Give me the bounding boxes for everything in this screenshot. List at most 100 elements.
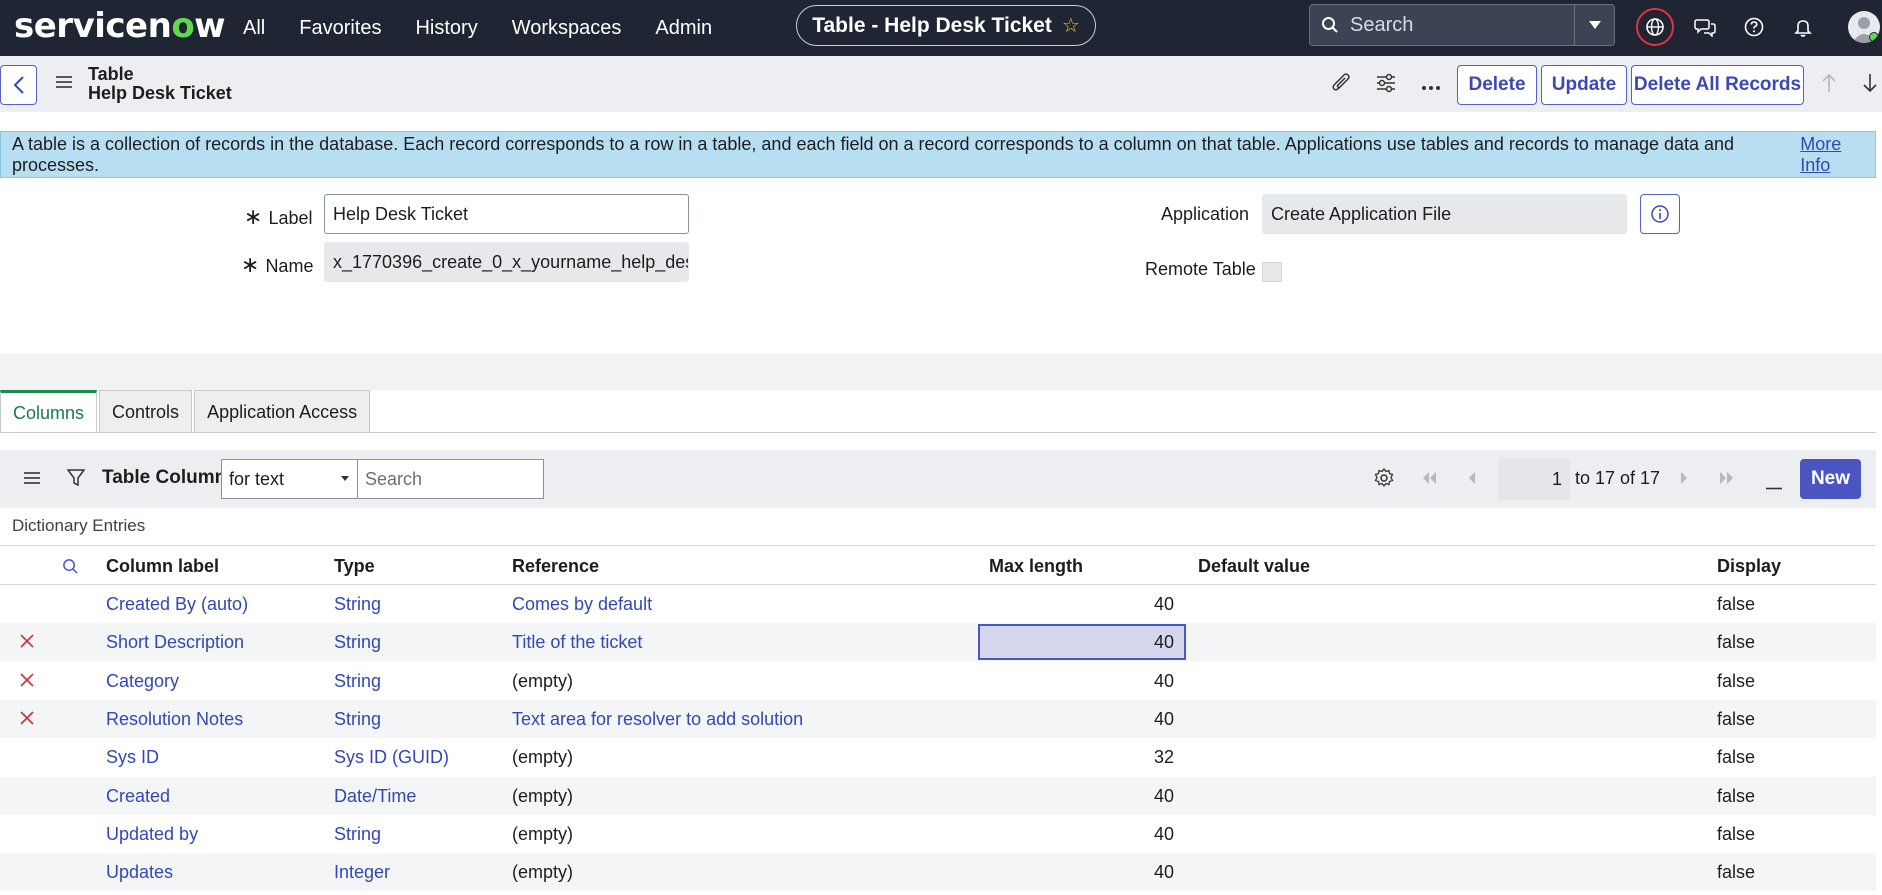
- cell-type[interactable]: String: [334, 824, 381, 845]
- filter-icon[interactable]: [66, 469, 86, 492]
- tab-application-access[interactable]: Application Access: [194, 390, 371, 433]
- cell-column-label[interactable]: Created: [106, 786, 170, 807]
- cell-type[interactable]: Sys ID (GUID): [334, 747, 449, 768]
- cell-display[interactable]: false: [1717, 747, 1755, 768]
- nav-all[interactable]: All: [243, 17, 265, 40]
- help-icon[interactable]: [1735, 8, 1773, 46]
- table-row[interactable]: Category String (empty) 40 false: [0, 662, 1876, 700]
- cell-max-length[interactable]: 40: [1114, 824, 1174, 845]
- previous-page-icon[interactable]: [1467, 471, 1477, 490]
- cell-display[interactable]: false: [1717, 671, 1755, 692]
- more-info-link[interactable]: More Info: [1800, 134, 1875, 176]
- nav-favorites[interactable]: Favorites: [299, 17, 381, 40]
- application-info-button[interactable]: [1640, 194, 1680, 234]
- delete-row-x-icon[interactable]: [20, 711, 34, 730]
- cell-max-length[interactable]: 40: [1114, 594, 1174, 615]
- cell-column-label[interactable]: Updates: [106, 862, 173, 883]
- nav-admin[interactable]: Admin: [655, 17, 712, 40]
- cell-column-label[interactable]: Category: [106, 671, 179, 692]
- cell-display[interactable]: false: [1717, 824, 1755, 845]
- list-search-input[interactable]: Search: [357, 459, 544, 499]
- last-page-icon[interactable]: [1718, 471, 1736, 490]
- servicenow-logo[interactable]: servicenow: [14, 6, 226, 46]
- nav-workspaces[interactable]: Workspaces: [512, 17, 622, 40]
- first-page-icon[interactable]: [1420, 471, 1438, 490]
- globe-icon[interactable]: [1636, 8, 1674, 46]
- collapse-list-icon[interactable]: [1766, 477, 1782, 495]
- header-reference[interactable]: Reference: [512, 556, 599, 577]
- previous-record-icon[interactable]: [1821, 73, 1837, 98]
- next-record-icon[interactable]: [1862, 73, 1878, 98]
- cell-max-length[interactable]: 40: [1114, 671, 1174, 692]
- header-display[interactable]: Display: [1717, 556, 1781, 577]
- application-input[interactable]: Create Application File: [1262, 194, 1627, 234]
- update-button[interactable]: Update: [1541, 65, 1627, 105]
- column-search-icon[interactable]: [62, 558, 79, 580]
- cell-column-label[interactable]: Created By (auto): [106, 594, 248, 615]
- tab-columns[interactable]: Columns: [0, 390, 98, 433]
- cell-display[interactable]: false: [1717, 632, 1755, 653]
- list-settings-gear-icon[interactable]: [1374, 467, 1394, 493]
- cell-type[interactable]: String: [334, 671, 381, 692]
- cell-display[interactable]: false: [1717, 709, 1755, 730]
- header-column-label[interactable]: Column label: [106, 556, 219, 577]
- cell-reference[interactable]: Comes by default: [512, 594, 652, 615]
- table-row[interactable]: Sys ID Sys ID (GUID) (empty) 32 false: [0, 738, 1876, 776]
- tab-divider: [0, 432, 1876, 433]
- chat-icon[interactable]: [1686, 8, 1724, 46]
- cell-display[interactable]: false: [1717, 862, 1755, 883]
- name-input[interactable]: x_1770396_create_0_x_yourname_help_desk_…: [324, 242, 689, 282]
- user-avatar[interactable]: [1848, 11, 1880, 43]
- cell-type[interactable]: String: [334, 594, 381, 615]
- cell-type[interactable]: Date/Time: [334, 786, 416, 807]
- header-default-value[interactable]: Default value: [1198, 556, 1310, 577]
- cell-max-length[interactable]: 40: [1114, 862, 1174, 883]
- remote-table-checkbox[interactable]: [1262, 262, 1282, 282]
- cell-column-label[interactable]: Short Description: [106, 632, 244, 653]
- cell-reference[interactable]: Title of the ticket: [512, 632, 642, 653]
- cell-column-label[interactable]: Sys ID: [106, 747, 159, 768]
- table-row[interactable]: Short Description String Title of the tick…: [0, 623, 1876, 661]
- back-button[interactable]: [0, 65, 37, 105]
- table-row[interactable]: Resolution Notes String Text area for reso…: [0, 700, 1876, 738]
- form-context-menu-icon[interactable]: [56, 75, 72, 94]
- cell-max-length[interactable]: 40: [1114, 786, 1174, 807]
- personalize-form-icon[interactable]: [1375, 72, 1397, 99]
- star-icon[interactable]: ☆: [1062, 13, 1080, 38]
- search-dropdown-button[interactable]: [1574, 5, 1614, 45]
- cell-type[interactable]: Integer: [334, 862, 390, 883]
- page-number-input[interactable]: 1: [1498, 458, 1570, 500]
- next-page-icon[interactable]: [1679, 471, 1689, 490]
- delete-row-x-icon[interactable]: [20, 673, 34, 692]
- table-row[interactable]: Updated by String (empty) 40 false: [0, 815, 1876, 853]
- label-input[interactable]: Help Desk Ticket: [324, 194, 689, 234]
- list-context-menu-icon[interactable]: [24, 471, 40, 490]
- new-button[interactable]: New: [1800, 459, 1861, 499]
- delete-button[interactable]: Delete: [1457, 65, 1537, 105]
- cell-max-length[interactable]: 40: [1114, 632, 1174, 653]
- search-field-select[interactable]: for text: [221, 459, 358, 499]
- delete-row-x-icon[interactable]: [20, 634, 34, 653]
- tab-controls[interactable]: Controls: [99, 390, 193, 433]
- cell-display[interactable]: false: [1717, 594, 1755, 615]
- cell-display[interactable]: false: [1717, 786, 1755, 807]
- cell-max-length[interactable]: 40: [1114, 709, 1174, 730]
- global-search[interactable]: Search: [1309, 4, 1615, 46]
- cell-column-label[interactable]: Resolution Notes: [106, 709, 243, 730]
- attachment-icon[interactable]: [1331, 72, 1353, 101]
- cell-column-label[interactable]: Updated by: [106, 824, 198, 845]
- table-row[interactable]: Created By (auto) String Comes by default 4…: [0, 585, 1876, 623]
- table-row[interactable]: Updates Integer (empty) 40 false: [0, 853, 1876, 891]
- cell-reference[interactable]: Text area for resolver to add solution: [512, 709, 803, 730]
- header-max-length[interactable]: Max length: [989, 556, 1083, 577]
- nav-history[interactable]: History: [415, 17, 477, 40]
- cell-type[interactable]: String: [334, 632, 381, 653]
- delete-all-records-button[interactable]: Delete All Records: [1631, 65, 1804, 105]
- notifications-bell-icon[interactable]: [1784, 8, 1822, 46]
- more-options-icon[interactable]: [1421, 78, 1441, 96]
- header-type[interactable]: Type: [334, 556, 375, 577]
- cell-type[interactable]: String: [334, 709, 381, 730]
- table-row[interactable]: Created Date/Time (empty) 40 false: [0, 777, 1876, 815]
- context-title-pill[interactable]: Table - Help Desk Ticket ☆: [796, 5, 1096, 46]
- cell-max-length[interactable]: 32: [1114, 747, 1174, 768]
